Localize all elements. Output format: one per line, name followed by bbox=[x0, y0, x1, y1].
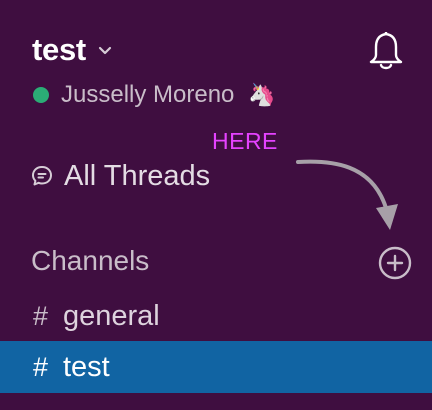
sidebar: test Jusselly Moreno 🦄 HERE All Threads … bbox=[0, 0, 432, 410]
channel-hash-icon: # bbox=[33, 300, 49, 331]
chevron-down-icon bbox=[98, 46, 112, 55]
channel-item-test[interactable]: # test bbox=[0, 341, 432, 393]
sidebar-item-label: All Threads bbox=[64, 159, 211, 192]
sidebar-footer bbox=[0, 393, 432, 410]
bell-icon[interactable] bbox=[366, 28, 406, 72]
presence-indicator bbox=[33, 87, 49, 103]
workspace-name: test bbox=[32, 32, 86, 67]
plus-circle-icon[interactable] bbox=[378, 246, 412, 280]
sidebar-item-all-threads[interactable]: All Threads bbox=[30, 156, 210, 196]
channel-name: test bbox=[63, 350, 110, 383]
channel-name: general bbox=[63, 299, 160, 332]
annotation-arrow-icon bbox=[296, 159, 398, 230]
annotation-label: HERE bbox=[212, 128, 278, 154]
channel-hash-icon: # bbox=[33, 351, 49, 382]
status-emoji: 🦄 bbox=[248, 82, 276, 107]
user-presence[interactable]: Jusselly Moreno 🦄 bbox=[33, 80, 276, 110]
channels-header[interactable]: Channels bbox=[31, 245, 149, 277]
workspace-switcher[interactable]: test bbox=[32, 30, 114, 70]
channel-item-general[interactable]: # general bbox=[0, 290, 432, 342]
user-name: Jusselly Moreno bbox=[61, 81, 235, 108]
threads-icon bbox=[32, 166, 52, 186]
